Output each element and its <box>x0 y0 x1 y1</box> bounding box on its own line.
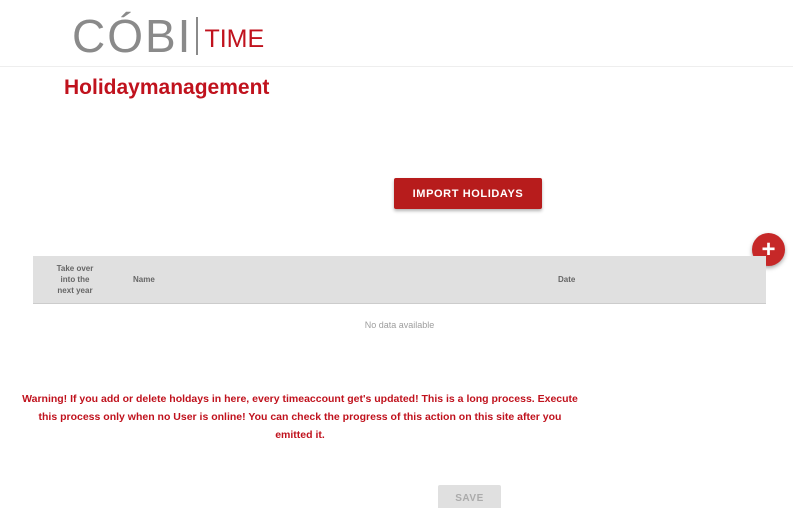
logo-divider <box>196 17 199 55</box>
logo-sub-text: TIME <box>204 25 265 53</box>
column-header-name[interactable]: Name <box>117 275 549 284</box>
table-header: Take over into the next year Name Date <box>33 256 766 304</box>
column-header-take-over-line: Take over <box>56 264 94 273</box>
table-empty-message: No data available <box>364 320 435 330</box>
column-header-take-over-line: into the <box>60 275 90 284</box>
page-title: Holidaymanagement <box>64 76 270 99</box>
page: CÓBI TIME Holidaymanagement IMPORT HOLID… <box>0 0 793 508</box>
holidays-table: Take over into the next year Name Date N… <box>33 256 766 346</box>
save-button[interactable]: SAVE <box>438 485 501 508</box>
import-holidays-button[interactable]: IMPORT HOLIDAYS <box>394 178 542 209</box>
column-header-take-over[interactable]: Take over into the next year <box>33 263 117 296</box>
logo-main-text: CÓBI <box>72 10 193 62</box>
column-header-date[interactable]: Date <box>549 275 766 284</box>
column-header-take-over-line: next year <box>57 286 93 295</box>
header: CÓBI TIME <box>0 0 793 67</box>
cobi-time-logo: CÓBI TIME <box>72 6 264 60</box>
warning-message: Warning! If you add or delete holdays in… <box>22 393 578 441</box>
